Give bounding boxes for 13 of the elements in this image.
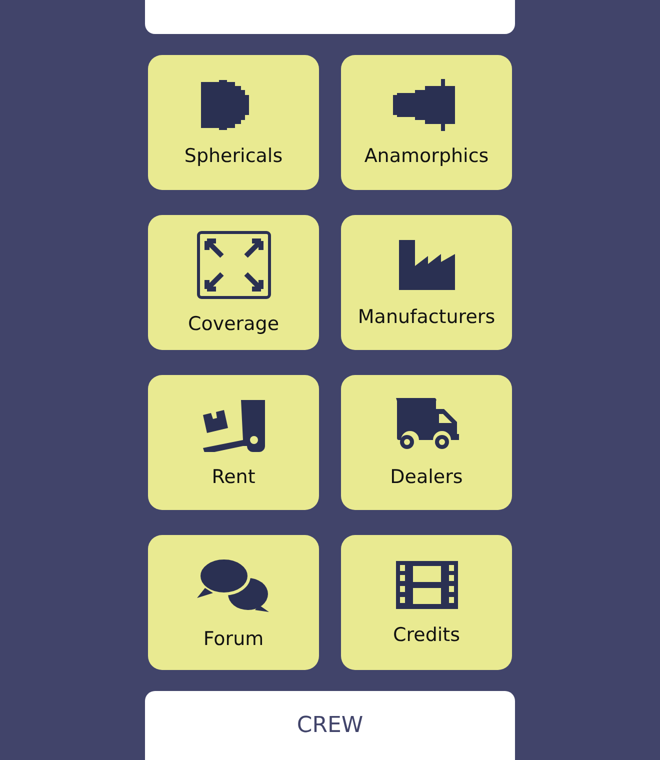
factory-icon [396, 238, 456, 292]
crew-button[interactable]: CREW [145, 691, 515, 760]
menu-tile[interactable]: Dealers [341, 375, 512, 510]
menu-tile[interactable]: Manufacturers [341, 215, 512, 350]
menu-tile[interactable]: Coverage [148, 215, 319, 350]
film-icon [394, 560, 458, 610]
menu-tile[interactable]: Anamorphics [341, 55, 512, 190]
menu-tile[interactable]: Sphericals [148, 55, 319, 190]
expand-icon [196, 230, 270, 298]
menu-tile[interactable]: Rent [148, 375, 319, 510]
menu-tile[interactable]: Forum [148, 535, 319, 670]
menu-tile[interactable]: Credits [341, 535, 512, 670]
forklift-icon [200, 398, 266, 452]
